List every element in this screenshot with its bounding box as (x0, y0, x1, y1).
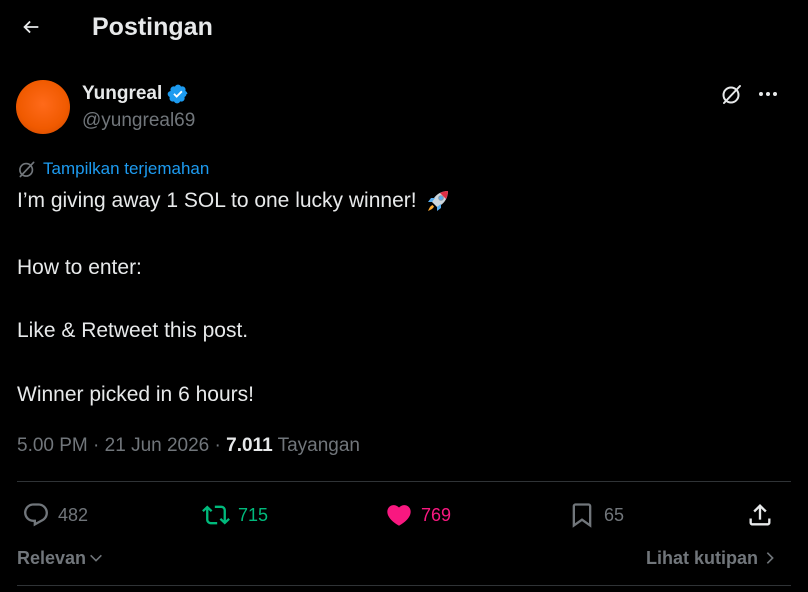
author-display-name: Yungreal (82, 83, 163, 104)
meta-separator: · (93, 435, 105, 456)
post-time[interactable]: 5.00 PM (17, 435, 88, 456)
rocket-emoji-icon (427, 191, 448, 211)
post-line: Winner picked in 6 hours! (17, 383, 254, 406)
sort-dropdown[interactable]: Relevan (17, 547, 104, 569)
repost-icon (202, 505, 230, 525)
author-handle[interactable]: @yungreal69 (82, 110, 195, 132)
share-button[interactable] (746, 500, 774, 530)
quotes-label: Lihat kutipan (646, 548, 758, 568)
grok-button[interactable] (718, 80, 746, 108)
heart-icon (387, 505, 411, 526)
post-line: Like & Retweet this post. (17, 319, 249, 342)
repost-button[interactable]: 715 (202, 500, 268, 530)
reply-count: 482 (58, 505, 89, 525)
views-label: Tayangan (277, 435, 360, 456)
back-button[interactable] (14, 10, 48, 44)
divider (17, 585, 791, 586)
more-icon (758, 92, 779, 96)
post-line: I’m giving away 1 SOL to one lucky winne… (17, 188, 451, 214)
bookmark-button[interactable]: 65 (568, 500, 624, 530)
divider (17, 481, 791, 482)
author-name-link[interactable]: Yungreal (82, 83, 189, 105)
bookmark-icon (572, 503, 592, 528)
like-count: 769 (421, 505, 452, 525)
meta-separator: · (214, 435, 227, 456)
translate-link[interactable]: Tampilkan terjemahan (17, 158, 209, 180)
post-date[interactable]: 21 Jun 2026 (105, 435, 210, 456)
reply-button[interactable]: 482 (22, 500, 88, 530)
post-line: How to enter: (17, 256, 142, 279)
page-title: Postingan (92, 13, 213, 41)
share-icon (749, 504, 771, 526)
verified-badge-icon (167, 84, 188, 104)
translate-icon (19, 161, 35, 178)
like-button[interactable]: 769 (385, 500, 451, 530)
top-bar: Postingan (0, 0, 808, 56)
back-arrow-icon (23, 20, 39, 34)
sort-label: Relevan (17, 548, 87, 568)
chevron-right-icon (766, 552, 774, 564)
more-options-button[interactable] (754, 80, 782, 108)
post-meta: 5.00 PM · 21 Jun 2026 · 7.011 Tayangan (17, 434, 360, 458)
post-line-text: I’m giving away 1 SOL to one lucky winne… (17, 189, 417, 212)
grok-icon (722, 85, 741, 104)
repost-count: 715 (238, 505, 269, 525)
chevron-down-icon (90, 554, 102, 562)
view-quotes-link[interactable]: Lihat kutipan (646, 547, 778, 569)
reply-icon (24, 503, 48, 527)
bookmark-count: 65 (604, 505, 625, 525)
avatar[interactable] (16, 80, 70, 134)
views-count: 7.011 (226, 435, 273, 456)
translate-label: Tampilkan terjemahan (43, 159, 210, 178)
